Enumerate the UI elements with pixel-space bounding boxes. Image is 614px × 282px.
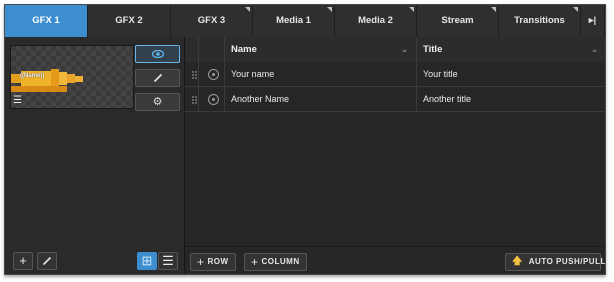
chevron-down-icon[interactable]: ⌄ [591,37,598,62]
skip-forward-icon: ▸| [588,15,597,26]
cell-title[interactable]: Your title [423,62,458,87]
grid-icon: ⊞ [141,253,153,268]
cell-title[interactable]: Another title [423,87,471,112]
tab-transitions[interactable]: Transitions [499,5,581,37]
tab-media-1[interactable]: Media 1 [253,5,335,37]
tab-label: Stream [441,15,474,26]
tab-corner-indicator [245,7,250,12]
edit-button[interactable] [37,252,57,270]
tab-gfx-3[interactable]: GFX 3 [171,5,253,37]
graphic-text: ((Name)) [20,73,45,79]
add-graphic-button[interactable]: + [13,252,33,270]
add-row-button[interactable]: + ROW [190,253,236,271]
drag-handle-icon[interactable] [192,71,197,79]
graphics-panel-footer: + ⊞ ☰ [5,247,184,274]
column-header-label: Name [231,44,257,55]
gear-icon: ⚙ [152,96,163,108]
plus-icon: + [19,253,27,268]
list-view-button[interactable]: ☰ [158,252,178,270]
pencil-icon [42,256,52,266]
column-divider [416,87,417,111]
add-column-label: COLUMN [261,257,300,266]
column-divider [224,62,225,86]
tab-corner-indicator [491,7,496,12]
pencil-icon [153,73,162,83]
table-row[interactable]: Your name Your title [185,62,605,87]
auto-push-pull-label: AUTO PUSH/PULL [528,257,606,266]
tab-label: GFX 3 [197,15,226,26]
column-divider [198,62,199,86]
column-header-name[interactable]: Name ⌄ [231,37,413,62]
tab-bar: GFX 1 GFX 2 GFX 3 Media 1 Media 2 Stream… [5,5,605,37]
column-divider [224,87,225,111]
plus-icon: + [197,255,205,269]
tab-label: Transitions [514,15,565,26]
tab-label: GFX 1 [32,15,60,26]
plus-icon: + [251,255,259,269]
tab-gfx-2[interactable]: GFX 2 [88,5,171,37]
chevron-down-icon[interactable]: ⌄ [401,37,408,62]
graphic-thumbnail[interactable]: ((Name)) ☰ [10,45,134,109]
tab-corner-indicator [327,7,332,12]
graphic-settings-button[interactable]: ⚙ [135,93,180,111]
tab-label: GFX 2 [115,15,143,26]
tab-scroll-right-button[interactable]: ▸| [581,5,605,37]
tab-media-2[interactable]: Media 2 [335,5,417,37]
auto-push-pull-button[interactable]: 🡅 AUTO PUSH/PULL [505,253,605,271]
grid-view-button[interactable]: ⊞ [137,252,157,270]
tab-gfx-1[interactable]: GFX 1 [5,5,88,37]
row-select-radio[interactable] [208,94,219,105]
table-header: Name ⌄ Title ⌄ [185,37,605,63]
list-icon: ☰ [162,253,174,268]
drag-handle-icon[interactable] [192,96,197,104]
column-divider [416,37,417,62]
column-header-label: Title [423,44,443,55]
column-divider [416,62,417,86]
tab-corner-indicator [573,7,578,12]
add-column-button[interactable]: + COLUMN [244,253,307,271]
list-icon: ☰ [13,95,22,106]
row-select-radio[interactable] [208,69,219,80]
arrow-up-icon: 🡅 [512,256,523,267]
table-row[interactable]: Another Name Another title [185,87,605,112]
add-row-label: ROW [207,257,229,266]
data-table-panel: Name ⌄ Title ⌄ Your name Your title Anot… [185,37,605,274]
tab-label: Media 1 [276,15,311,26]
graphics-panel: ((Name)) ☰ ⚙ + ⊞ ☰ [5,37,185,274]
eye-icon [151,49,164,59]
data-table-footer: + ROW + COLUMN 🡅 AUTO PUSH/PULL [185,246,605,274]
cell-name[interactable]: Your name [231,62,274,87]
column-header-title[interactable]: Title ⌄ [423,37,603,62]
column-divider [224,37,225,62]
tab-stream[interactable]: Stream [417,5,499,37]
preview-button[interactable] [135,45,180,63]
tab-corner-indicator [409,7,414,12]
column-divider [198,87,199,111]
column-divider [198,37,199,62]
cell-name[interactable]: Another Name [231,87,289,112]
app-window: GFX 1 GFX 2 GFX 3 Media 1 Media 2 Stream… [4,4,606,275]
tab-label: Media 2 [358,15,393,26]
edit-graphic-button[interactable] [135,69,180,87]
